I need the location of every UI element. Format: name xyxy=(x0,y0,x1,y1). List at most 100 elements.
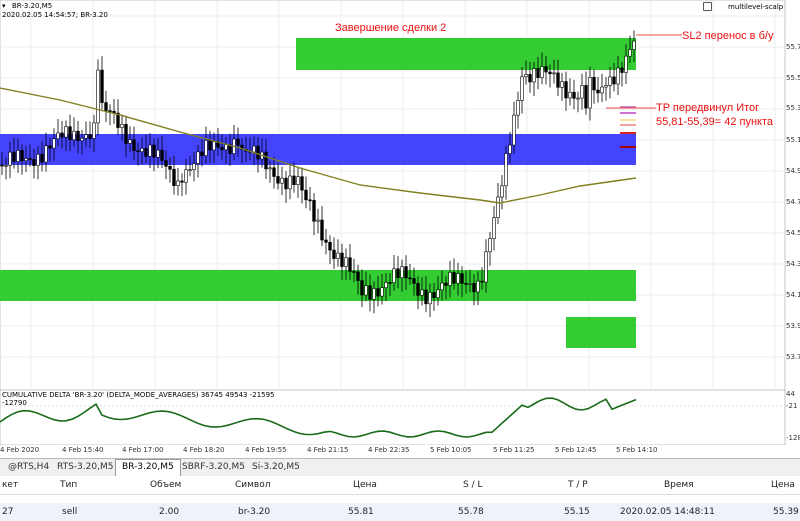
candle-body xyxy=(100,69,104,103)
candle-body xyxy=(140,148,144,152)
candle-body xyxy=(432,292,436,298)
candle-body xyxy=(0,164,4,167)
candle-body xyxy=(444,282,448,286)
price-label: 54.7 xyxy=(786,198,800,206)
row-price: 55.81 xyxy=(348,507,374,517)
indicator-label: CUMULATIVE DELTA 'BR-3.20' (DELTA_MODE_A… xyxy=(2,391,275,399)
price-label: 55.1 xyxy=(786,136,800,144)
candle-body xyxy=(480,280,484,283)
candle-body xyxy=(452,272,456,284)
header-type[interactable]: Тип xyxy=(60,480,77,490)
candle-body xyxy=(208,140,212,151)
candle-body xyxy=(532,68,536,83)
candle-body xyxy=(252,145,256,153)
header-tp[interactable]: T / P xyxy=(568,480,588,490)
candle-body xyxy=(92,122,96,139)
candle-body xyxy=(276,176,280,184)
chart-timestamp: 2020.02.05 14:54:57; BR-3.20 xyxy=(2,11,108,19)
candle-body xyxy=(620,67,624,73)
candle-body xyxy=(424,289,428,305)
candle-body xyxy=(544,66,548,73)
row-symbol: br-3.20 xyxy=(238,507,271,517)
time-label: 4 Feb 21:15 xyxy=(307,446,349,454)
candle-body xyxy=(84,134,88,139)
tab-rts-h4[interactable]: @RTS,H4 xyxy=(2,460,55,476)
row-sl: 55.78 xyxy=(458,507,484,517)
candle-body xyxy=(380,287,384,297)
candle-body xyxy=(168,166,172,170)
candle-body xyxy=(220,146,224,151)
candle-body xyxy=(312,200,316,222)
candle-body xyxy=(44,145,48,163)
header-volume[interactable]: Объем xyxy=(150,480,181,490)
candle-body xyxy=(280,177,284,184)
chart-menu-icon[interactable]: ▾ xyxy=(2,2,6,10)
time-label: 4 Feb 19:55 xyxy=(245,446,287,454)
candle-body xyxy=(572,91,576,99)
candle-body xyxy=(516,100,520,116)
candle-body xyxy=(12,151,16,162)
candle-body xyxy=(32,159,36,166)
table-row[interactable]: 27 sell 2.00 br-3.20 55.81 55.78 55.15 2… xyxy=(0,503,800,521)
candle-body xyxy=(300,176,304,191)
candle-body xyxy=(320,219,324,241)
candle-body xyxy=(416,283,420,296)
header-symbol[interactable]: Символ xyxy=(235,480,271,490)
tab-sbrf-m5[interactable]: SBRF-3.20,M5 xyxy=(176,460,251,476)
header-price[interactable]: Цена xyxy=(353,480,377,490)
row-volume: 2.00 xyxy=(159,507,180,517)
candle-body xyxy=(272,167,276,177)
header-time[interactable]: Время xyxy=(664,480,694,490)
tab-si-m5[interactable]: Si-3.20,M5 xyxy=(246,460,306,476)
candle-body xyxy=(316,219,320,222)
candle-body xyxy=(484,251,488,283)
candle-body xyxy=(556,72,560,88)
candle-body xyxy=(472,282,476,293)
cumulative-delta-indicator[interactable]: CUMULATIVE DELTA 'BR-3.20' (DELTA_MODE_A… xyxy=(0,390,800,445)
main-chart[interactable]: ▾ BR-3.20,M5 2020.02.05 14:54:57; BR-3.2… xyxy=(0,0,800,390)
candle-body xyxy=(308,199,312,202)
candle-body xyxy=(40,153,44,163)
candle-body xyxy=(204,140,208,157)
table-header: кет Тип Объем Символ Цена S / L T / P Вр… xyxy=(0,476,800,495)
candle-body xyxy=(540,66,544,78)
candle-body xyxy=(524,74,528,78)
row-price2: 55.39 xyxy=(773,507,799,517)
header-sl[interactable]: S / L xyxy=(463,480,482,490)
price-label: 54.3 xyxy=(786,260,800,268)
candle-body xyxy=(528,74,532,83)
green-zone-small xyxy=(566,317,636,348)
candle-body xyxy=(236,138,240,146)
candle-body xyxy=(68,126,72,141)
candle-body xyxy=(296,176,300,186)
candle-body xyxy=(288,175,292,190)
candle-body xyxy=(428,292,432,305)
price-label: 55.7 xyxy=(786,43,800,51)
candle-body xyxy=(36,153,40,166)
candle-body xyxy=(28,158,32,160)
price-label: 54.9 xyxy=(786,167,800,175)
candle-body xyxy=(384,282,388,288)
candle-body xyxy=(412,278,416,284)
header-ticket[interactable]: кет xyxy=(2,480,18,490)
tab-br-m5[interactable]: BR-3.20,M5 xyxy=(115,459,181,476)
price-chart-svg[interactable] xyxy=(0,0,800,390)
time-label: 5 Feb 12:45 xyxy=(555,446,597,454)
candle-body xyxy=(332,249,336,259)
candle-body xyxy=(76,130,80,142)
candle-body xyxy=(496,196,500,218)
price-label: 55.5 xyxy=(786,74,800,82)
candle-body xyxy=(144,148,148,157)
candle-body xyxy=(48,145,52,149)
tp-annotation-line1: TP передвинул Итог xyxy=(656,102,760,114)
candle-body xyxy=(404,266,408,279)
header-price2[interactable]: Цена xyxy=(771,480,795,490)
candle-body xyxy=(80,138,84,142)
candle-body xyxy=(172,168,176,186)
candle-body xyxy=(344,257,348,267)
deal-close-annotation: Завершение сделки 2 xyxy=(335,22,447,34)
time-label: 4 Feb 17:00 xyxy=(122,446,164,454)
positions-table: кет Тип Объем Символ Цена S / L T / P Вр… xyxy=(0,476,800,521)
tab-rts-m5[interactable]: RTS-3.20,M5 xyxy=(51,460,119,476)
time-label: 4 Feb 22:35 xyxy=(368,446,410,454)
